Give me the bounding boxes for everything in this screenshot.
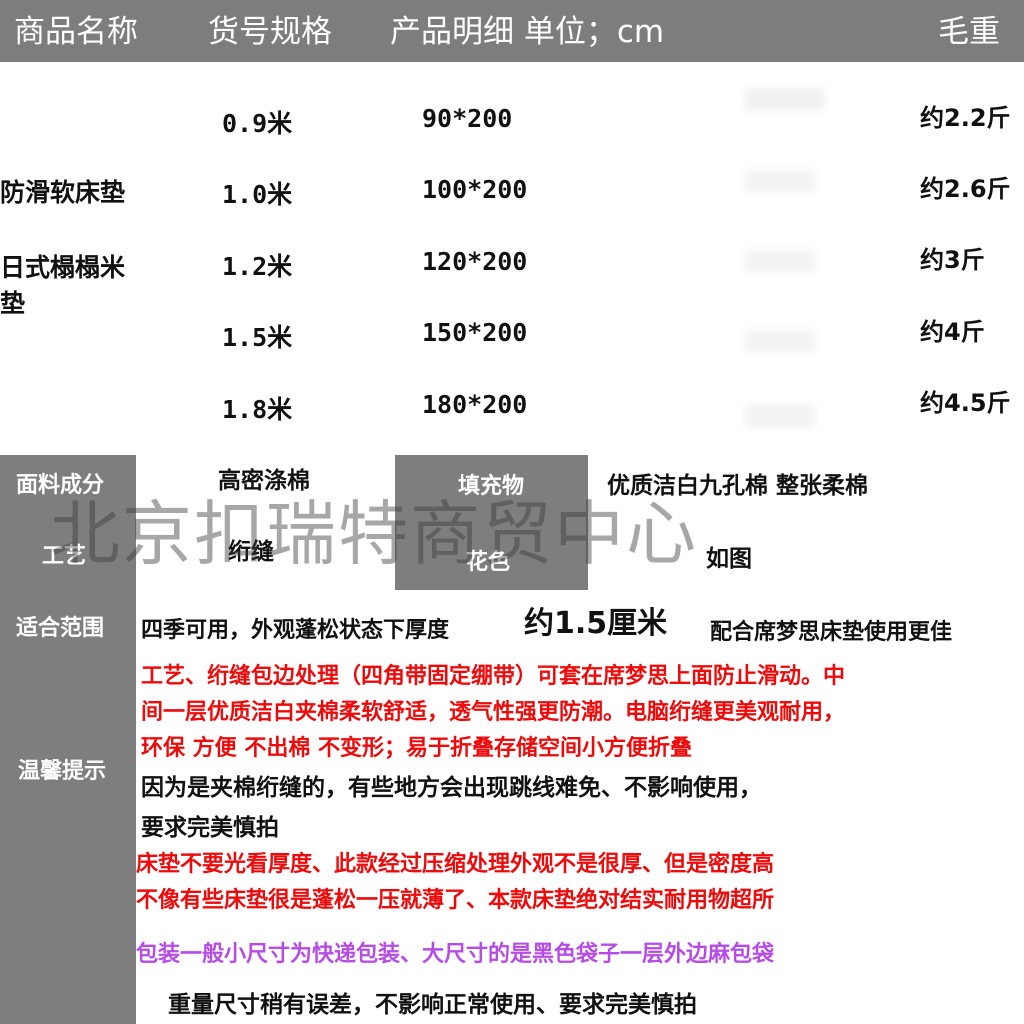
row-dims: 100*200	[422, 175, 528, 204]
fabric-label: 面料成分	[16, 473, 105, 498]
color-value: 如图	[706, 546, 752, 572]
note-line: 床垫不要光看厚度、此款经过压缩处理外观不是很厚、但是密度高	[136, 852, 775, 877]
note-line: 包装一般小尺寸为快递包装、大尺寸的是黑色袋子一层外边麻包袋	[136, 942, 775, 967]
row-dims: 150*200	[422, 318, 528, 347]
row-size: 1.2米	[222, 252, 293, 281]
erased-mark	[745, 88, 825, 110]
craft-label: 工艺	[42, 544, 87, 569]
row-weight: 约3斤	[920, 246, 985, 274]
erased-mark	[745, 405, 815, 427]
erased-mark	[745, 330, 815, 352]
row-size: 1.0米	[222, 180, 293, 209]
note-line: 重量尺寸稍有误差，不影响正常使用、要求完美慎拍	[168, 992, 697, 1018]
product-name-line3: 垫	[0, 289, 26, 318]
craft-value: 绗缝	[228, 539, 274, 565]
note-line: 要求完美慎拍	[141, 815, 279, 841]
row-size: 1.8米	[222, 395, 293, 424]
scope-text-b: 约1.5厘米	[524, 606, 668, 641]
row-dims: 90*200	[422, 104, 513, 133]
header-model: 货号规格	[208, 14, 332, 50]
header-weight: 毛重	[938, 14, 1000, 50]
product-name-line2: 日式榻榻米	[0, 253, 126, 282]
scope-label: 适合范围	[16, 616, 105, 641]
color-label: 花色	[466, 550, 511, 575]
erased-mark	[745, 250, 815, 272]
row-size: 0.9米	[222, 109, 293, 138]
scope-text-c: 配合席梦思床垫使用更佳	[710, 620, 953, 645]
fabric-value: 高密涤棉	[218, 468, 310, 494]
watermark-text: 北京扣瑞特商贸中心	[50, 493, 698, 575]
note-line: 工艺、绗缝包边处理（四角带固定绷带）可套在席梦思上面防止滑动。中	[141, 664, 846, 689]
scope-text-a: 四季可用，外观蓬松状态下厚度	[141, 618, 450, 643]
note-line: 间一层优质洁白夹棉柔软舒适，透气性强更防潮。电脑绗缝更美观耐用，	[141, 700, 846, 725]
row-dims: 180*200	[422, 390, 528, 419]
note-line: 因为是夹棉绗缝的，有些地方会出现跳线难免、不影响使用，	[141, 775, 762, 801]
product-name-line1: 防滑软床垫	[0, 178, 126, 207]
row-size: 1.5米	[222, 323, 293, 352]
header-detail: 产品明细 单位；cm	[390, 14, 665, 50]
row-weight: 约2.6斤	[920, 175, 1011, 203]
row-weight: 约4.5斤	[920, 389, 1011, 417]
note-line: 环保 方便 不出棉 不变形；易于折叠存储空间小方便折叠	[141, 736, 692, 761]
header-product-name: 商品名称	[14, 14, 138, 50]
erased-mark	[745, 170, 815, 192]
filling-value: 优质洁白九孔棉 整张柔棉	[607, 473, 869, 499]
note-line: 不像有些床垫很是蓬松一压就薄了、本款床垫绝对结实耐用物超所	[136, 888, 775, 913]
filling-label: 填充物	[458, 474, 525, 499]
row-weight: 约4斤	[920, 318, 985, 346]
tips-label: 温馨提示	[18, 759, 107, 784]
row-weight: 约2.2斤	[920, 104, 1011, 132]
row-dims: 120*200	[422, 247, 528, 276]
